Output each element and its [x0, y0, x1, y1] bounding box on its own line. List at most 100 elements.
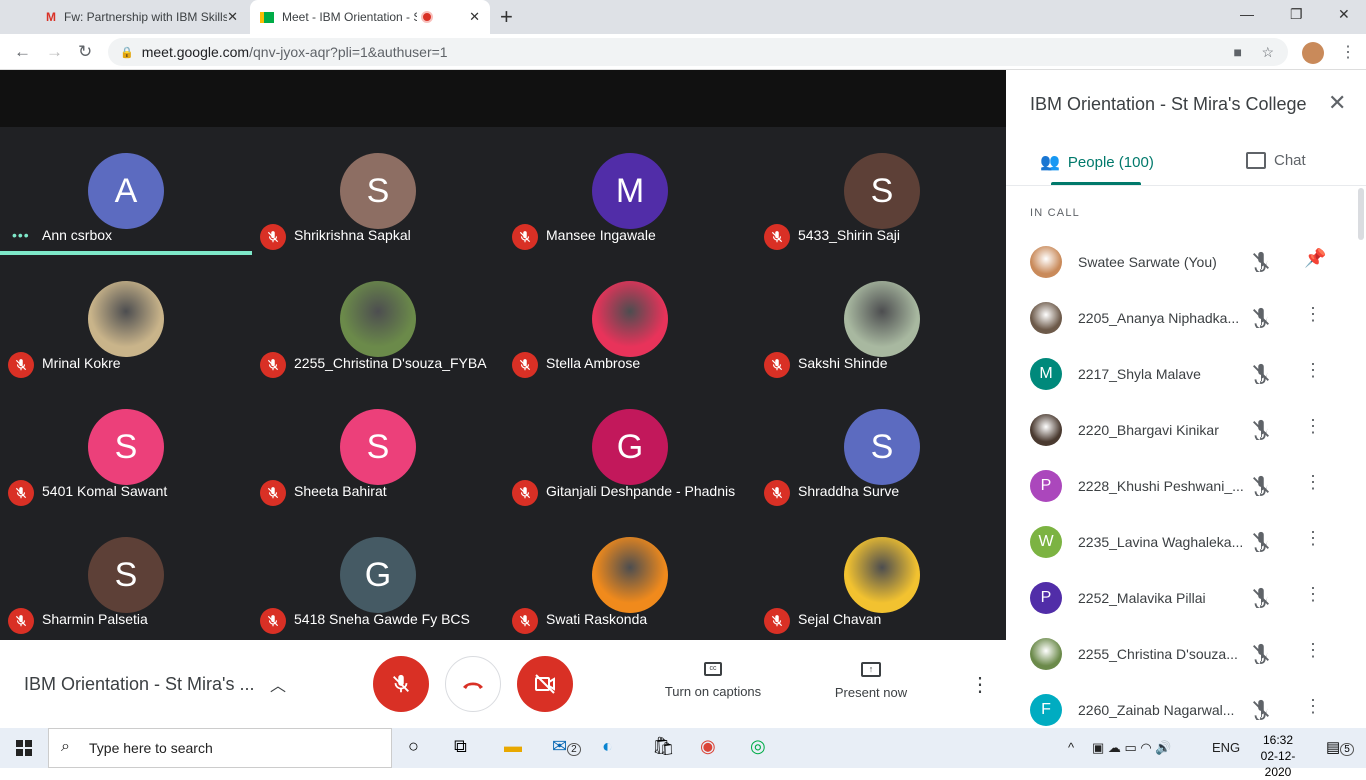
mail-icon[interactable]: ✉ 2 — [552, 736, 581, 757]
participant-tile[interactable]: G Gitanjali Deshpande - Phadnis — [504, 383, 756, 511]
menu-icon[interactable]: ⋮ — [1340, 42, 1356, 62]
participant-tile[interactable]: S 5433_Shirin Saji — [756, 127, 1008, 255]
muted-mic-icon[interactable] — [1250, 586, 1272, 613]
muted-mic-icon[interactable] — [1250, 474, 1272, 501]
muted-mic-icon — [764, 224, 790, 250]
language-indicator[interactable]: ENG — [1212, 740, 1240, 755]
more-options-icon[interactable]: ⋮ — [970, 672, 990, 697]
store-icon[interactable]: 🛍 — [652, 736, 675, 757]
tab-people-underline — [1051, 182, 1141, 185]
participant-list-item[interactable]: Swatee Sarwate (You) 📌 — [1006, 234, 1356, 290]
participant-tile[interactable]: S Shrikrishna Sapkal — [252, 127, 504, 255]
forward-icon[interactable]: → — [46, 42, 63, 62]
more-options-icon[interactable]: ⋮ — [1304, 696, 1322, 717]
participant-tile[interactable]: S Sharmin Palsetia — [0, 511, 252, 639]
camera-icon[interactable]: ■ — [1234, 44, 1242, 60]
mic-toggle-button[interactable] — [373, 656, 429, 712]
profile-avatar[interactable] — [1302, 42, 1324, 64]
taskbar-search-input[interactable]: ⌕ Type here to search — [48, 728, 392, 768]
tray-icons[interactable]: ▣ ☁ ▭ ◠ 🔊 — [1092, 740, 1172, 756]
mic-off-icon — [393, 674, 409, 693]
participant-list-item[interactable]: P 2228_Khushi Peshwani_... ⋮ — [1006, 458, 1356, 514]
taskbar: ⌕ Type here to search ○ ⧉ ▬ ✉ 2 ◐ 🛍 ◉ ◎ ^… — [0, 728, 1366, 779]
participant-name: 5418 Sneha Gawde Fy BCS — [294, 611, 470, 627]
muted-mic-icon[interactable] — [1250, 362, 1272, 389]
scrollbar[interactable] — [1358, 188, 1364, 240]
more-options-icon[interactable]: ⋮ — [1304, 416, 1322, 437]
chevron-up-icon[interactable]: ︿ — [270, 672, 286, 696]
camera-toggle-button[interactable] — [517, 656, 573, 712]
participant-tile[interactable]: S Sheeta Bahirat — [252, 383, 504, 511]
muted-mic-icon[interactable] — [1250, 306, 1272, 333]
pin-icon[interactable]: 📌 — [1304, 248, 1326, 269]
more-options-icon[interactable]: ⋮ — [1304, 472, 1322, 493]
participant-avatar: A — [88, 153, 164, 229]
more-options-icon[interactable]: ⋮ — [1304, 304, 1322, 325]
reload-icon[interactable]: ↻ — [78, 42, 92, 62]
windows-start-icon[interactable] — [16, 740, 32, 756]
more-options-icon[interactable]: ⋮ — [1304, 640, 1322, 661]
participant-tile[interactable]: Sakshi Shinde — [756, 255, 1008, 383]
clock[interactable]: 16:32 02-12-2020 — [1248, 732, 1308, 780]
tab-chat[interactable]: Chat — [1246, 152, 1306, 169]
task-view-icon[interactable]: ⧉ — [454, 736, 467, 757]
new-tab-button[interactable]: + — [500, 4, 513, 30]
participant-name: Sheeta Bahirat — [294, 483, 387, 499]
present-icon: ↑ — [861, 662, 881, 677]
meeting-title[interactable]: IBM Orientation - St Mira's ... — [24, 674, 255, 695]
participant-tile[interactable]: S 5401 Komal Sawant — [0, 383, 252, 511]
recording-icon — [421, 11, 433, 23]
participant-list-item[interactable]: 2205_Ananya Niphadka... ⋮ — [1006, 290, 1356, 346]
more-options-icon[interactable]: ⋮ — [1304, 528, 1322, 549]
captions-button[interactable]: cc Turn on captions — [660, 662, 766, 699]
participant-list-item[interactable]: 2255_Christina D'souza... ⋮ — [1006, 626, 1356, 682]
maximize-button[interactable]: ❐ — [1290, 6, 1303, 23]
in-call-heading: IN CALL — [1030, 207, 1080, 219]
participant-tile[interactable]: 2255_Christina D'souza_FYBA — [252, 255, 504, 383]
participant-avatar: S — [340, 409, 416, 485]
participant-list-item[interactable]: 2220_Bhargavi Kinikar ⋮ — [1006, 402, 1356, 458]
muted-mic-icon[interactable] — [1250, 698, 1272, 725]
participant-avatar: P — [1030, 582, 1062, 614]
participant-list-item[interactable]: W 2235_Lavina Waghaleka... ⋮ — [1006, 514, 1356, 570]
edge-icon[interactable]: ◐ — [602, 736, 613, 757]
participant-avatar: S — [88, 409, 164, 485]
close-window-button[interactable]: ✕ — [1338, 6, 1350, 23]
meet-app-icon[interactable]: ◎ — [750, 736, 766, 757]
muted-mic-icon[interactable] — [1250, 250, 1272, 277]
bookmark-star-icon[interactable]: ☆ — [1261, 44, 1274, 61]
file-explorer-icon[interactable]: ▬ — [504, 736, 522, 757]
more-options-icon[interactable]: ⋮ — [1304, 360, 1322, 381]
participant-list-item[interactable]: P 2252_Malavika Pillai ⋮ — [1006, 570, 1356, 626]
participant-tile[interactable]: A ••• Ann csrbox — [0, 127, 252, 255]
tab-gmail[interactable]: M Fw: Partnership with IBM SkillsBu ✕ — [36, 0, 248, 34]
muted-mic-icon[interactable] — [1250, 418, 1272, 445]
more-options-icon[interactable]: ⋮ — [1304, 584, 1322, 605]
participant-tile[interactable]: Mrinal Kokre — [0, 255, 252, 383]
muted-mic-icon[interactable] — [1250, 530, 1272, 557]
notifications-icon[interactable]: ▤ 5 — [1326, 738, 1354, 756]
chrome-icon[interactable]: ◉ — [700, 736, 716, 757]
participant-tile[interactable]: G 5418 Sneha Gawde Fy BCS — [252, 511, 504, 639]
participant-tile[interactable]: S Shraddha Surve — [756, 383, 1008, 511]
tab-people[interactable]: 👥 People (100) — [1040, 152, 1154, 172]
tray-chevron-icon[interactable]: ^ — [1068, 740, 1074, 755]
back-icon[interactable]: ← — [14, 42, 31, 62]
participant-tile[interactable]: Stella Ambrose — [504, 255, 756, 383]
tab-meet[interactable]: Meet - IBM Orientation - St M ✕ — [250, 0, 490, 34]
close-tab-icon[interactable]: ✕ — [469, 9, 480, 25]
url-input[interactable]: 🔒 meet.google.com/qnv-jyox-aqr?pli=1&aut… — [108, 38, 1288, 66]
participant-name: 2228_Khushi Peshwani_... — [1078, 478, 1244, 494]
participant-tile[interactable]: M Mansee Ingawale — [504, 127, 756, 255]
present-now-button[interactable]: ↑ Present now — [826, 662, 916, 700]
close-tab-icon[interactable]: ✕ — [227, 9, 238, 25]
minimize-button[interactable]: — — [1240, 6, 1254, 22]
leave-call-button[interactable] — [445, 656, 501, 712]
close-panel-icon[interactable]: ✕ — [1328, 90, 1346, 116]
participant-tile[interactable]: Swati Raskonda — [504, 511, 756, 639]
participant-avatar — [340, 281, 416, 357]
cortana-icon[interactable]: ○ — [408, 736, 419, 757]
muted-mic-icon[interactable] — [1250, 642, 1272, 669]
participant-tile[interactable]: Sejal Chavan — [756, 511, 1008, 639]
participant-list-item[interactable]: M 2217_Shyla Malave ⋮ — [1006, 346, 1356, 402]
